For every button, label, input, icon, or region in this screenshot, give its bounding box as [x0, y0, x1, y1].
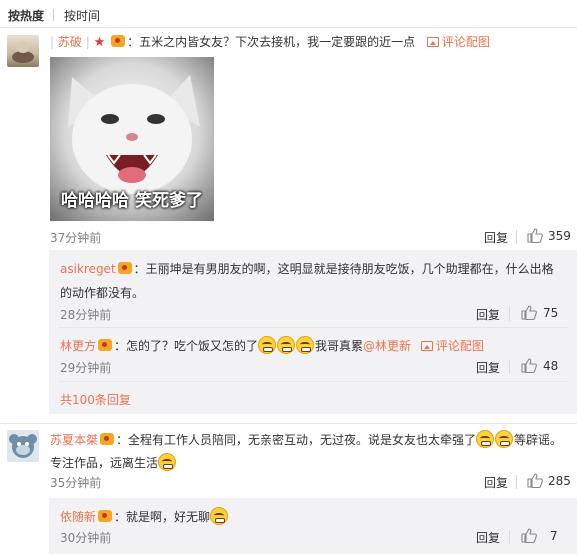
tab-time[interactable]: 按时间	[64, 7, 100, 24]
vip-badge-icon	[117, 262, 132, 274]
reply-text: ：王丽坤是有男朋友的啊，这明显就是接待朋友吃饭，几个助理都在，什么出格	[133, 262, 554, 276]
divider	[509, 307, 510, 321]
reply-button[interactable]: 回复	[476, 359, 500, 376]
grin-emoji-icon	[495, 430, 514, 448]
avatar-image	[12, 41, 34, 63]
avatar[interactable]	[7, 430, 39, 462]
reply-text: ：怎的了？吃个饭又怎的了	[114, 339, 259, 353]
username[interactable]: 林更方	[60, 339, 96, 353]
comment-pic-link[interactable]: 评论配图	[420, 339, 484, 353]
comment-image[interactable]: 哈哈哈哈 笑死爹了	[50, 57, 214, 221]
thumbs-up-icon[interactable]	[527, 228, 543, 246]
reply-text: ：就是啊，好无聊	[114, 510, 211, 524]
comment-text: ：五米之内皆女友？下次去接机，我一定要跟的近一点	[127, 35, 416, 49]
thumbs-up-icon[interactable]	[521, 528, 537, 546]
timestamp: 30分钟前	[60, 531, 112, 545]
divider	[0, 423, 577, 424]
thumbs-up-icon[interactable]	[521, 305, 537, 323]
username[interactable]: 依随新	[60, 510, 96, 524]
comment-line: | 苏破 | ★ ：五米之内皆女友？下次去接机，我一定要跟的近一点 评论配图	[50, 35, 490, 50]
timestamp: 35分钟前	[50, 476, 102, 490]
reply-text-continued: 的动作都没有。	[60, 286, 145, 300]
mention-link[interactable]: @林更新	[363, 339, 411, 353]
comment-text: 等辟谣。	[514, 433, 563, 447]
reply-line: 林更方 ：怎的了？吃个饭又怎的了 我哥真累@林更新 评论配图	[60, 336, 484, 355]
like-count: 48	[543, 359, 559, 373]
image-caption: 哈哈哈哈 笑死爹了	[61, 191, 203, 211]
comment-line: 苏夏本桀 ：全程有工作人员陪同，无亲密互动，无过夜。说是女友也太牵强了 等辟谣。	[50, 430, 562, 449]
reply-line: asikreget ：王丽坤是有男朋友的啊，这明显就是接待朋友吃饭，几个助理都在，…	[60, 260, 554, 278]
reply-line-2: 的动作都没有。	[60, 284, 144, 302]
timestamp: 37分钟前	[50, 231, 102, 245]
avatar[interactable]	[7, 35, 39, 67]
like-count: 359	[548, 229, 571, 243]
grin-emoji-icon	[258, 336, 277, 354]
timestamp: 29分钟前	[60, 361, 112, 375]
bored-emoji-icon	[210, 507, 229, 525]
comment-text-continued: 专注作品，远离生活	[50, 456, 159, 470]
divider	[516, 230, 517, 244]
sort-tabs: 按热度 按时间	[0, 0, 577, 28]
divider	[516, 475, 517, 489]
divider	[58, 327, 568, 328]
image-icon	[426, 37, 439, 47]
like-count: 285	[548, 474, 571, 488]
comment-line-2: 专注作品，远离生活	[50, 453, 177, 472]
star-badge-icon: ★	[93, 35, 106, 50]
reply-button[interactable]: 回复	[484, 474, 508, 491]
reply-button[interactable]: 回复	[476, 529, 500, 546]
like-count: 75	[543, 306, 559, 320]
username[interactable]: 苏破	[58, 35, 82, 49]
vip-badge-icon	[111, 35, 126, 47]
thumbs-up-icon[interactable]	[527, 473, 543, 491]
tab-hot[interactable]: 按热度	[8, 7, 44, 24]
reply-text: 我哥真累	[315, 339, 364, 353]
vip-badge-icon	[98, 510, 113, 522]
vip-badge-icon	[98, 339, 113, 351]
hands-emoji-icon	[158, 453, 177, 471]
comment-pic-link[interactable]: 评论配图	[426, 35, 490, 49]
username[interactable]: 苏夏本桀	[50, 433, 98, 447]
comment-text: ：全程有工作人员陪同，无亲密互动，无过夜。说是女友也太牵强了	[116, 433, 477, 447]
thumbs-up-icon[interactable]	[521, 358, 537, 376]
avatar-image	[9, 434, 37, 458]
image-icon	[420, 341, 433, 351]
tab-divider	[53, 9, 54, 21]
timestamp: 28分钟前	[60, 308, 112, 322]
reply-button[interactable]: 回复	[484, 229, 508, 246]
grin-emoji-icon	[277, 336, 296, 354]
reply-button[interactable]: 回复	[476, 306, 500, 323]
vip-badge-icon	[100, 433, 115, 445]
more-replies-link[interactable]: 共100条回复	[60, 391, 131, 408]
divider	[509, 360, 510, 374]
grin-emoji-icon	[296, 336, 315, 354]
like-count: 7	[550, 529, 558, 543]
reply-line: 依随新 ：就是啊，好无聊	[60, 507, 229, 526]
divider	[509, 530, 510, 544]
username[interactable]: asikreget	[60, 262, 116, 276]
divider	[58, 381, 568, 382]
grin-emoji-icon	[476, 430, 495, 448]
